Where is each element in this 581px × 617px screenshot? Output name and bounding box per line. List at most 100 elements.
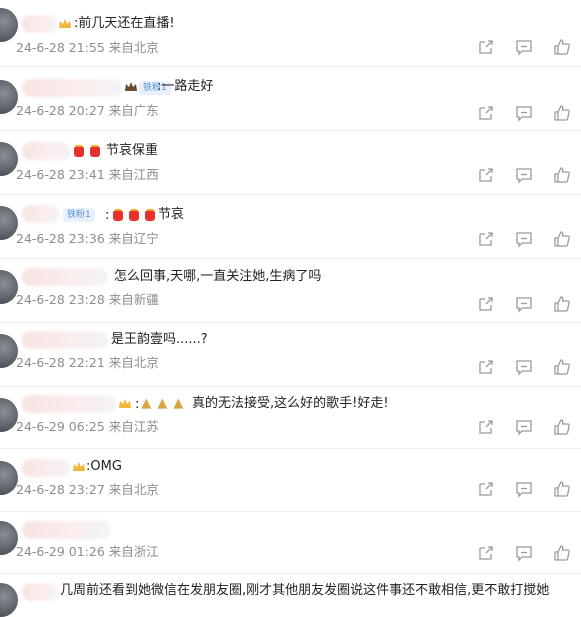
share-icon[interactable] [477,230,495,248]
comment-icon[interactable] [515,418,533,436]
comment-item: 24-6-29 01:26 来自浙江 [0,515,581,578]
username[interactable] [22,459,70,477]
comment-time: 24-6-28 23:41 [16,167,105,182]
praying-hands-emoji-icon: ▲ [141,396,152,411]
avatar[interactable] [0,583,18,617]
comment-text: 节哀 [158,207,185,222]
username[interactable] [22,268,108,286]
comment-meta: 24-6-28 23:27 来自北京 [16,482,159,498]
divider [0,386,581,387]
comment-location: 来自北京 [108,482,159,497]
thumbs-up-icon[interactable] [553,295,571,313]
comment-time: 24-6-29 06:25 [16,419,105,434]
comment-icon[interactable] [515,166,533,184]
comment-item: 几周前还看到她微信在发朋友圈,刚才其他朋友发圈说这件事还不敢相信,更不敢打搅她 [0,577,581,617]
comment-location: 来自广东 [108,103,159,118]
red-lantern-emoji-icon [145,209,156,221]
comment-actions [477,295,571,313]
share-icon[interactable] [477,38,495,56]
divider [0,448,581,449]
share-icon[interactable] [477,544,495,562]
divider [0,573,581,574]
comment-text: 节哀保重 [106,143,159,158]
crown-badge-icon [73,462,85,471]
emoji-group: : ▲ ▲ ▲ [135,396,187,413]
fan-badge: 铁粉1 [63,208,95,222]
comment-meta: 24-6-29 01:26 来自浙江 [16,544,159,560]
comment-item: 节哀保重 24-6-28 23:41 来自江西 [0,133,581,196]
username[interactable] [22,331,108,349]
comment-icon[interactable] [515,295,533,313]
emoji-group: : [105,208,157,223]
comment-time: 24-6-28 23:27 [16,482,105,497]
comment-time: 24-6-28 20:27 [16,103,105,118]
divider [0,194,581,195]
comment-meta: 24-6-28 21:55 来自北京 [16,40,159,56]
username[interactable] [22,395,116,413]
comment-text: 真的无法接受,这么好的歌手!好走! [192,396,389,411]
username[interactable] [22,521,110,539]
emoji-group [72,144,102,158]
username[interactable] [22,583,58,601]
red-lantern-emoji-icon [113,209,124,221]
thumbs-up-icon[interactable] [553,166,571,184]
avatar[interactable] [0,8,18,42]
comment-actions [477,358,571,376]
comment-text: :前几天还在直播! [74,16,175,31]
thumbs-up-icon[interactable] [553,480,571,498]
comment-actions [477,38,571,56]
comment-meta: 24-6-28 23:28 来自新疆 [16,292,159,308]
praying-hands-emoji-icon: ▲ [173,396,184,411]
comment-icon[interactable] [515,230,533,248]
comment-actions [477,104,571,122]
thumbs-up-icon[interactable] [553,544,571,562]
comment-icon[interactable] [515,104,533,122]
comment-actions [477,166,571,184]
red-lantern-emoji-icon [74,145,84,157]
username[interactable] [22,15,57,33]
username[interactable] [22,205,60,223]
comment-location: 来自辽宁 [108,231,159,246]
thumbs-up-icon[interactable] [553,38,571,56]
comment-meta: 24-6-28 20:27 来自广东 [16,103,159,119]
comment-icon[interactable] [515,38,533,56]
share-icon[interactable] [477,295,495,313]
thumbs-up-icon[interactable] [553,104,571,122]
username[interactable] [22,79,122,97]
thumbs-up-icon[interactable] [553,418,571,436]
comment-time: 24-6-28 23:36 [16,231,105,246]
comment-text: :一路走好 [157,79,214,94]
comment-icon[interactable] [515,358,533,376]
share-icon[interactable] [477,358,495,376]
red-lantern-emoji-icon [129,209,140,221]
comment-text: 几周前还看到她微信在发朋友圈,刚才其他朋友发圈说这件事还不敢相信,更不敢打搅她 [60,583,550,598]
share-icon[interactable] [477,104,495,122]
comment-text: :OMG [86,459,122,474]
comment-item: 铁粉1 : 节哀 24-6-28 23:36 来自辽宁 [0,197,581,260]
thumbs-up-icon[interactable] [553,230,571,248]
comment-actions [477,230,571,248]
thumbs-up-icon[interactable] [553,358,571,376]
comment-item: :前几天还在直播! 24-6-28 21:55 来自北京 [0,0,581,63]
colon-separator: : [135,397,140,412]
crown-badge-icon [125,82,137,91]
comment-time: 24-6-28 22:21 [16,355,105,370]
comment-icon[interactable] [515,480,533,498]
comment-location: 来自江苏 [108,419,159,434]
comment-meta: 24-6-28 23:41 来自江西 [16,167,159,183]
comment-meta: 24-6-29 06:25 来自江苏 [16,419,159,435]
comment-item: : ▲ ▲ ▲ 真的无法接受,这么好的歌手!好走! 24-6-29 06:25 … [0,389,581,452]
comment-text: 是王韵壹吗......? [111,332,208,347]
crown-badge-icon [119,399,131,408]
share-icon[interactable] [477,418,495,436]
crown-badge-icon [59,19,71,28]
comment-icon[interactable] [515,544,533,562]
share-icon[interactable] [477,166,495,184]
comment-actions [477,418,571,436]
comment-time: 24-6-28 23:28 [16,292,105,307]
username[interactable] [22,142,70,160]
comment-time: 24-6-28 21:55 [16,40,105,55]
comment-text: 怎么回事,天哪,一直关注她,生病了吗 [114,269,322,284]
red-lantern-emoji-icon [90,145,100,157]
share-icon[interactable] [477,480,495,498]
